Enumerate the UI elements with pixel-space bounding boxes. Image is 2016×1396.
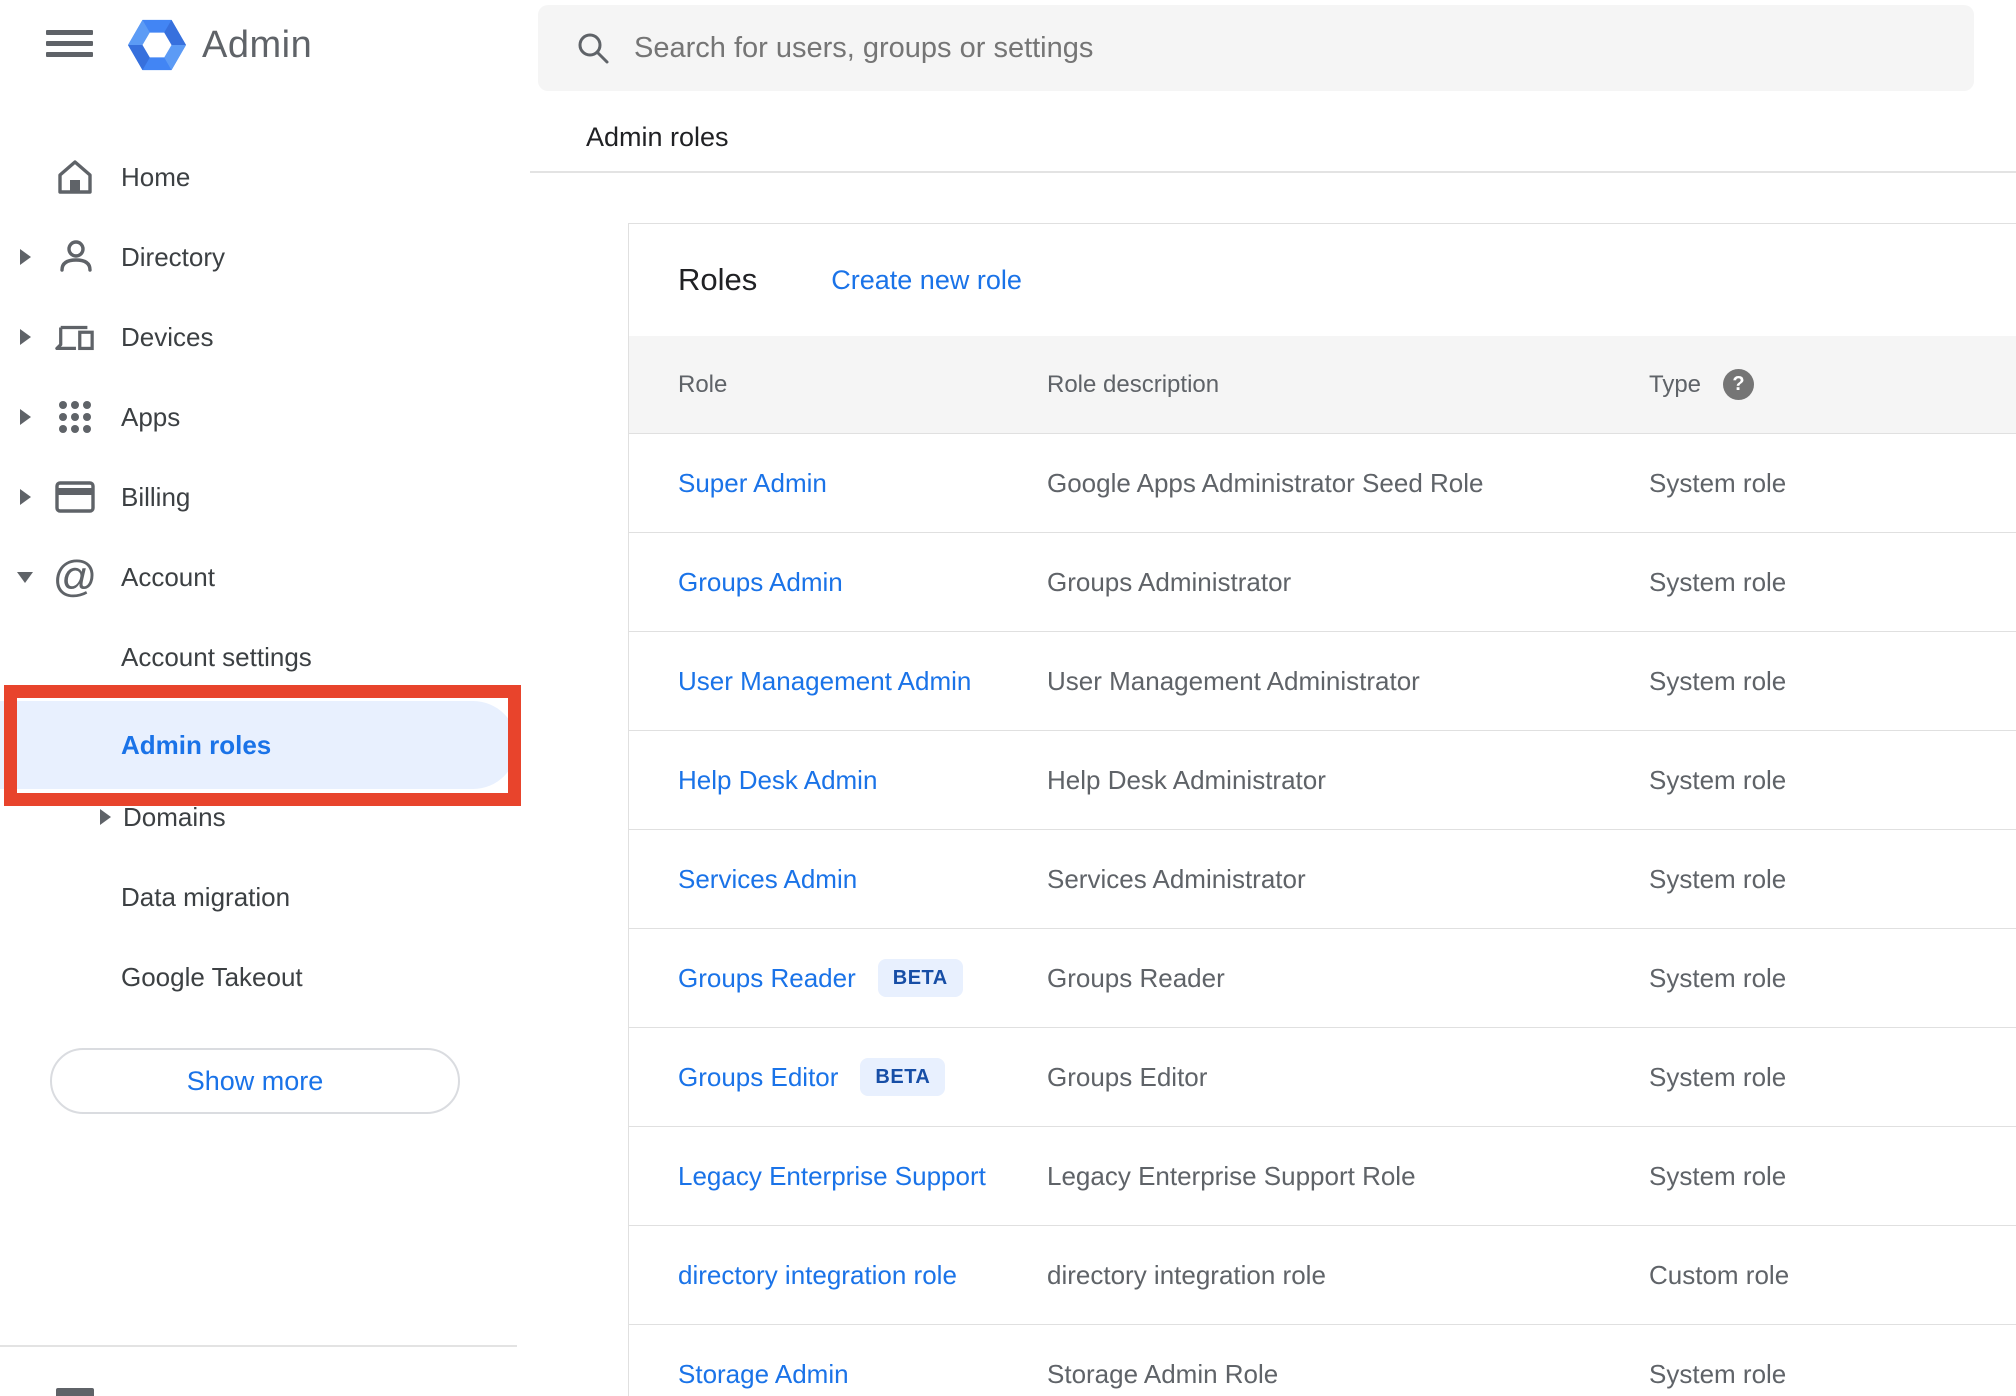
expand-chevron-icon[interactable]: [20, 409, 31, 425]
role-type: System role: [1649, 863, 1787, 894]
apps-grid-icon: [55, 395, 95, 439]
card-title: Roles: [678, 262, 758, 297]
role-type: System role: [1649, 566, 1787, 597]
role-link[interactable]: Groups Editor: [678, 1062, 838, 1093]
sidebar-item-label: Apps: [121, 401, 181, 432]
sidebar-item-admin-roles[interactable]: Admin roles: [0, 701, 517, 789]
sidebar-item-label: Data migration: [121, 881, 291, 912]
sidebar-item-label: Billing: [121, 481, 191, 512]
role-description: Google Apps Administrator Seed Role: [1047, 467, 1484, 498]
home-icon: [55, 155, 95, 199]
admin-hexagon-icon: [128, 19, 186, 71]
role-link[interactable]: Storage Admin: [678, 1359, 849, 1389]
column-header-role: Role: [678, 370, 728, 398]
role-link[interactable]: Super Admin: [678, 468, 827, 498]
devices-icon: [55, 315, 95, 359]
table-row: Groups Admin Groups Administrator System…: [629, 533, 2016, 632]
role-link[interactable]: directory integration role: [678, 1260, 957, 1290]
sidebar-item-data-migration[interactable]: Data migration: [0, 857, 517, 937]
role-link[interactable]: Help Desk Admin: [678, 765, 877, 795]
sidebar-item-label: Account: [121, 561, 215, 592]
column-header-role-description: Role description: [1047, 370, 1220, 398]
app-title: Admin: [202, 23, 313, 66]
role-type: System role: [1649, 665, 1787, 696]
beta-badge: BETA: [860, 1058, 946, 1096]
role-description: User Management Administrator: [1047, 665, 1420, 696]
role-description: Services Administrator: [1047, 863, 1306, 894]
header-divider: [530, 171, 2016, 173]
table-row: Super Admin Google Apps Administrator Se…: [629, 434, 2016, 533]
sidebar-item-directory[interactable]: Directory: [0, 217, 517, 297]
sidebar-divider: [0, 1345, 517, 1347]
cutoff-icon: [56, 1388, 94, 1396]
roles-card: Roles Create new role Role Role descript…: [628, 223, 2016, 1396]
sidebar-item-account[interactable]: @ Account: [0, 537, 517, 617]
table-row: Legacy Enterprise Support Legacy Enterpr…: [629, 1127, 2016, 1226]
table-row: Help Desk Admin Help Desk Administrator …: [629, 731, 2016, 830]
role-description: Storage Admin Role: [1047, 1358, 1279, 1389]
sidebar-item-apps[interactable]: Apps: [0, 377, 517, 457]
breadcrumb: Admin roles: [586, 122, 729, 152]
column-header-type: Type ?: [1649, 369, 2016, 400]
show-more-button[interactable]: Show more: [50, 1048, 460, 1114]
role-description: Help Desk Administrator: [1047, 764, 1326, 795]
sidebar-item-home[interactable]: Home: [0, 137, 517, 217]
role-link[interactable]: Services Admin: [678, 864, 857, 894]
table-row: Storage Admin Storage Admin Role System …: [629, 1325, 2016, 1396]
expand-chevron-icon[interactable]: [20, 249, 31, 265]
google-admin-logo: Admin: [128, 16, 312, 74]
hamburger-menu-icon[interactable]: [46, 30, 93, 58]
role-description: Groups Editor: [1047, 1061, 1208, 1092]
table-header-row: Role Role description Type ?: [629, 336, 2016, 434]
role-link[interactable]: Groups Reader: [678, 963, 856, 994]
table-row: Services Admin Services Administrator Sy…: [629, 830, 2016, 929]
admin-console-screen: Admin Admin roles Home Directory: [0, 0, 2016, 1396]
role-link[interactable]: User Management Admin: [678, 666, 971, 696]
create-new-role-link[interactable]: Create new role: [831, 265, 1022, 296]
role-link[interactable]: Groups Admin: [678, 567, 843, 597]
expand-chevron-icon[interactable]: [100, 809, 111, 825]
role-type: Custom role: [1649, 1259, 1790, 1290]
role-type: System role: [1649, 467, 1787, 498]
sidebar-item-label: Devices: [121, 321, 214, 352]
role-description: Groups Administrator: [1047, 566, 1292, 597]
help-icon[interactable]: ?: [1723, 369, 1755, 400]
search-input[interactable]: [632, 30, 1836, 66]
sidebar-item-label: Domains: [123, 801, 226, 832]
card-header: Roles Create new role: [629, 224, 2016, 336]
sidebar-item-google-takeout[interactable]: Google Takeout: [0, 937, 517, 1017]
sidebar-item-label: Account settings: [121, 641, 312, 672]
role-type: System role: [1649, 1061, 1787, 1092]
sidebar-item-devices[interactable]: Devices: [0, 297, 517, 377]
sidebar-item-label: Directory: [121, 241, 226, 272]
role-type: System role: [1649, 962, 1787, 993]
role-description: directory integration role: [1047, 1259, 1326, 1290]
table-row: User Management Admin User Management Ad…: [629, 632, 2016, 731]
role-link[interactable]: Legacy Enterprise Support: [678, 1161, 986, 1191]
at-icon: @: [52, 552, 98, 601]
role-description: Legacy Enterprise Support Role: [1047, 1160, 1416, 1191]
credit-card-icon: [55, 475, 95, 519]
expand-chevron-icon[interactable]: [20, 489, 31, 505]
sidebar-item-billing[interactable]: Billing: [0, 457, 517, 537]
table-row: Groups Editor BETA Groups Editor System …: [629, 1028, 2016, 1127]
expand-chevron-icon[interactable]: [20, 329, 31, 345]
sidebar-item-label: Admin roles: [121, 729, 272, 760]
table-row: directory integration role directory int…: [629, 1226, 2016, 1325]
sidebar-item-domains[interactable]: Domains: [0, 777, 517, 857]
role-type: System role: [1649, 1160, 1787, 1191]
beta-badge: BETA: [877, 959, 963, 997]
sidebar-item-account-settings[interactable]: Account settings: [0, 617, 517, 697]
search-bar[interactable]: [538, 5, 1974, 91]
sidebar-item-label: Home: [121, 161, 191, 192]
table-row: Groups Reader BETA Groups Reader System …: [629, 929, 2016, 1028]
sidebar-item-label: Google Takeout: [121, 961, 303, 992]
role-type: System role: [1649, 1358, 1787, 1389]
person-icon: [55, 235, 95, 279]
role-description: Groups Reader: [1047, 962, 1225, 993]
role-type: System role: [1649, 764, 1787, 795]
collapse-chevron-icon[interactable]: [17, 571, 33, 583]
search-icon: [578, 33, 609, 64]
